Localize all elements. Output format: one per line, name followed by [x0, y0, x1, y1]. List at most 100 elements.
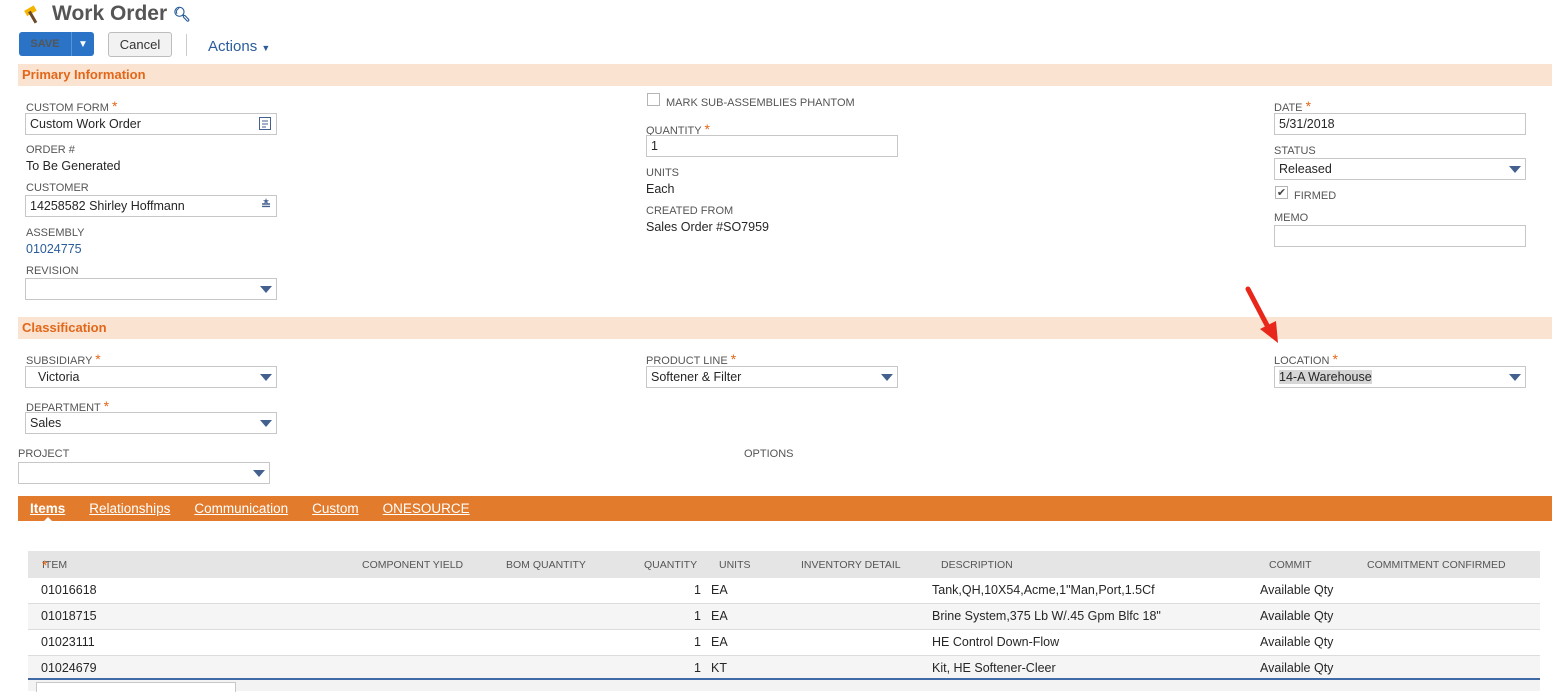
new-line-editor[interactable]: [28, 678, 1540, 692]
cancel-button[interactable]: Cancel: [108, 32, 172, 57]
items-grid: ITEM * COMPONENT YIELD BOM QUANTITY QUANT…: [28, 551, 1540, 682]
required-icon: *: [111, 98, 118, 114]
actions-menu[interactable]: Actions ▼: [208, 38, 270, 55]
col-description[interactable]: DESCRIPTION: [941, 551, 1013, 580]
table-row[interactable]: 01018715 1 EA Brine System,375 Lb W/.45 …: [28, 604, 1540, 630]
chevron-down-icon: [253, 470, 265, 477]
active-tab-indicator: [42, 517, 54, 523]
table-row[interactable]: 01023111 1 EA HE Control Down-Flow Avail…: [28, 630, 1540, 656]
mark-phantom-checkbox[interactable]: [647, 93, 660, 106]
col-units[interactable]: UNITS: [719, 551, 751, 580]
red-arrow-icon: [1245, 286, 1278, 343]
memo-input[interactable]: [1274, 225, 1526, 247]
save-button-label[interactable]: Save: [19, 32, 72, 56]
units-value: Each: [646, 182, 675, 196]
memo-label: MEMO: [1274, 212, 1309, 224]
order-number-label: ORDER #: [26, 144, 75, 156]
cell-description: Brine System,375 Lb W/.45 Gpm Blfc 18": [932, 609, 1161, 623]
save-menu-chevron-icon[interactable]: ▼: [72, 32, 94, 56]
form-edit-icon[interactable]: [259, 117, 271, 130]
department-value: Sales: [30, 416, 62, 430]
cell-description: HE Control Down-Flow: [932, 635, 1060, 649]
cell-units: EA: [711, 609, 728, 623]
subsidiary-value: Victoria: [38, 370, 80, 384]
date-value: 5/31/2018: [1279, 117, 1335, 131]
required-icon: *: [1305, 98, 1312, 114]
order-number-value: To Be Generated: [26, 159, 121, 173]
quantity-input[interactable]: 1: [646, 135, 898, 157]
required-icon: *: [730, 351, 737, 367]
cell-quantity: 1: [694, 609, 701, 623]
section-primary-information[interactable]: Primary Information: [18, 64, 1552, 86]
tab-onesource[interactable]: ONESOURCE: [383, 501, 470, 516]
location-select[interactable]: 14-A Warehouse: [1274, 366, 1526, 388]
subtabs-bar: Items Relationships Communication Custom…: [18, 496, 1552, 521]
custom-form-field[interactable]: Custom Work Order: [25, 113, 277, 135]
units-label: UNITS: [646, 167, 679, 179]
col-commit[interactable]: COMMIT: [1269, 551, 1312, 580]
tab-communication[interactable]: Communication: [194, 501, 288, 516]
options-label: OPTIONS: [744, 448, 794, 460]
tab-custom[interactable]: Custom: [312, 501, 359, 516]
project-select[interactable]: [18, 462, 270, 484]
save-button[interactable]: Save ▼: [19, 32, 94, 56]
status-value: Released: [1279, 162, 1332, 176]
cell-quantity: 1: [694, 635, 701, 649]
created-from-label: CREATED FROM: [646, 205, 734, 217]
required-icon: *: [95, 351, 101, 367]
firmed-checkbox[interactable]: ✔: [1275, 186, 1288, 199]
status-label: STATUS: [1274, 145, 1316, 157]
cell-units: EA: [711, 635, 728, 649]
date-label: DATE *: [1274, 98, 1311, 114]
assembly-label: ASSEMBLY: [26, 227, 85, 239]
actions-label[interactable]: Actions: [208, 38, 257, 55]
chevron-down-icon: [881, 374, 893, 381]
department-select[interactable]: Sales: [25, 412, 277, 434]
cell-commit: Available Qty: [1260, 583, 1334, 597]
chevron-down-icon: [260, 374, 272, 381]
created-from-value[interactable]: Sales Order #SO7959: [646, 220, 769, 234]
mark-phantom-label: MARK SUB-ASSEMBLIES PHANTOM: [666, 97, 855, 109]
custom-form-value: Custom Work Order: [30, 117, 141, 131]
new-item-select[interactable]: [36, 682, 236, 692]
cell-commit: Available Qty: [1260, 609, 1334, 623]
project-label: PROJECT: [18, 448, 70, 460]
assembly-link[interactable]: 01024775: [26, 242, 82, 256]
customer-label: CUSTOMER: [26, 182, 89, 194]
search-icon[interactable]: 🔍︎: [173, 6, 191, 23]
page-title: Work Order: [52, 2, 168, 25]
customer-field[interactable]: 14258582 Shirley Hoffmann ≛: [25, 195, 277, 217]
tab-items[interactable]: Items: [30, 501, 65, 516]
checkmark-icon: ✔: [1276, 187, 1287, 199]
page-header: Work Order 🔍︎: [22, 2, 191, 26]
subsidiary-select[interactable]: Victoria: [25, 366, 277, 388]
cell-description: Tank,QH,10X54,Acme,1"Man,Port,1.5Cf: [932, 583, 1155, 597]
tab-relationships[interactable]: Relationships: [89, 501, 170, 516]
firmed-label: FIRMED: [1294, 190, 1337, 202]
subsidiary-label: SUBSIDIARY *: [26, 351, 101, 367]
col-bom-quantity[interactable]: BOM QUANTITY: [506, 551, 586, 580]
product-line-select[interactable]: Softener & Filter: [646, 366, 898, 388]
revision-select[interactable]: [25, 278, 277, 300]
date-input[interactable]: 5/31/2018: [1274, 113, 1526, 135]
revision-label: REVISION: [26, 265, 79, 277]
col-inventory-detail[interactable]: INVENTORY DETAIL: [801, 551, 901, 580]
toolbar-divider: [186, 34, 187, 56]
status-select[interactable]: Released: [1274, 158, 1526, 180]
product-line-label: PRODUCT LINE *: [646, 351, 736, 367]
col-component-yield[interactable]: COMPONENT YIELD: [362, 551, 463, 580]
chevron-down-icon: [260, 286, 272, 293]
col-commitment-confirmed[interactable]: COMMITMENT CONFIRMED: [1367, 551, 1506, 580]
product-line-value: Softener & Filter: [651, 370, 742, 384]
chevron-down-icon: [1509, 374, 1521, 381]
table-row[interactable]: 01016618 1 EA Tank,QH,10X54,Acme,1"Man,P…: [28, 578, 1540, 604]
cell-item: 01018715: [41, 609, 97, 623]
chevron-down-icon: ▼: [261, 43, 271, 53]
double-chevron-icon[interactable]: ≛: [261, 195, 271, 215]
col-quantity[interactable]: QUANTITY: [644, 551, 697, 580]
required-icon: *: [1332, 351, 1338, 367]
custom-form-label: CUSTOM FORM *: [26, 98, 117, 114]
hammer-icon: [24, 5, 38, 24]
required-icon: *: [42, 557, 48, 573]
section-classification[interactable]: Classification: [18, 317, 1552, 339]
